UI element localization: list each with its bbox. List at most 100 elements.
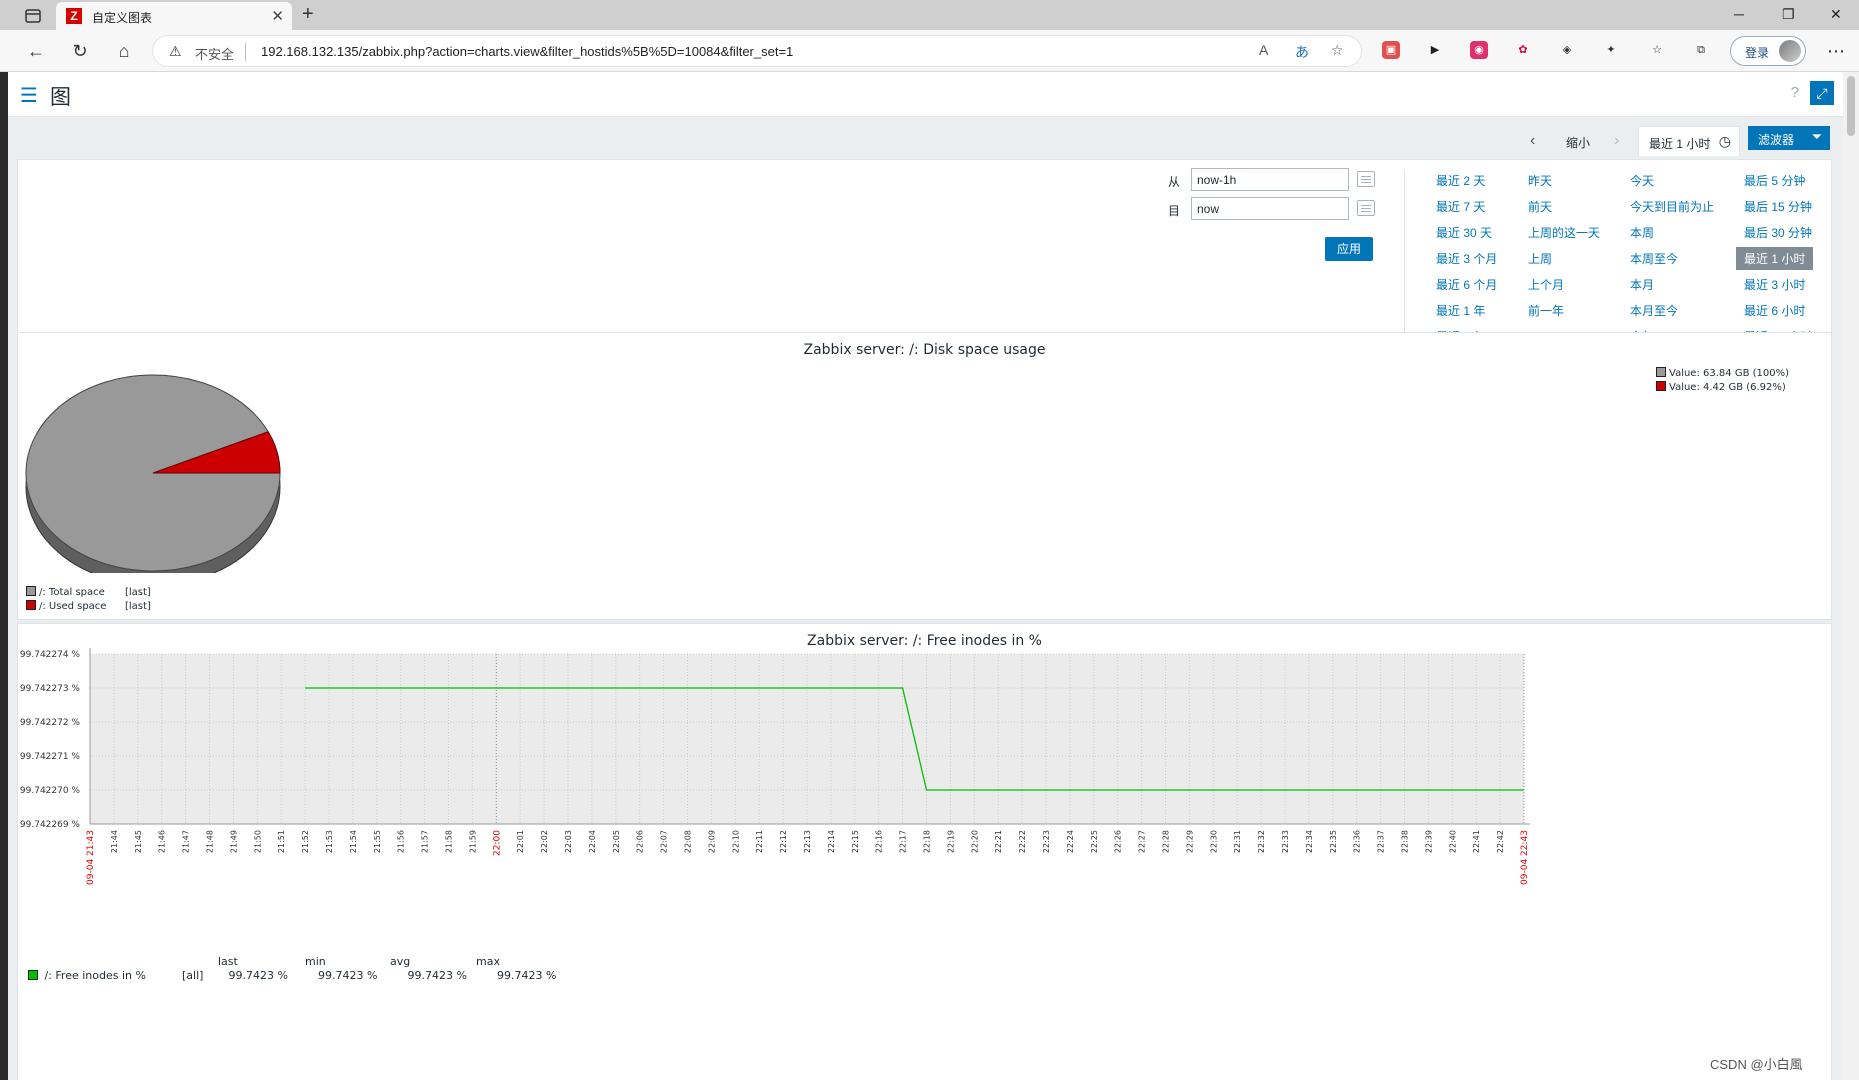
- minimize-icon[interactable]: ─: [1734, 6, 1744, 22]
- quick-range-link[interactable]: 最后 15 分钟: [1744, 198, 1812, 215]
- x-tick-label: 22:07: [660, 830, 669, 853]
- legend-swatch: [26, 600, 36, 610]
- x-tick-label: 22:22: [1018, 830, 1027, 853]
- quick-range-link[interactable]: 上个月: [1528, 276, 1564, 293]
- login-button[interactable]: 登录: [1730, 36, 1806, 66]
- x-tick-label: 21:50: [253, 830, 262, 853]
- tab-close-icon[interactable]: ✕: [271, 7, 284, 25]
- scrollbar-thumb[interactable]: [1847, 76, 1855, 136]
- quick-range-link[interactable]: 最近 6 小时: [1744, 302, 1805, 319]
- quick-range-link[interactable]: 最近 30 天: [1436, 224, 1492, 241]
- more-menu-icon[interactable]: ⋯: [1824, 39, 1848, 63]
- x-tick-label: 22:31: [1233, 830, 1242, 853]
- warning-icon: ⚠: [169, 43, 182, 59]
- quick-range-link[interactable]: 上周的这一天: [1528, 224, 1600, 241]
- extensions-puzzle-icon[interactable]: ✦: [1602, 41, 1620, 59]
- quick-range-link[interactable]: 今天到目前为止: [1630, 198, 1714, 215]
- extension-pink-icon[interactable]: ◉: [1470, 41, 1488, 59]
- kiosk-mode-icon[interactable]: ⤢: [1810, 81, 1834, 105]
- url-text: 192.168.132.135/zabbix.php?action=charts…: [261, 44, 794, 59]
- zoom-out-button[interactable]: 缩小: [1566, 134, 1590, 151]
- collections-icon[interactable]: ⧉: [1692, 41, 1710, 59]
- menu-icon[interactable]: ☰: [20, 83, 38, 108]
- quick-range-link[interactable]: 最后 30 分钟: [1744, 224, 1812, 241]
- y-tick-label: 99.742272 %: [20, 718, 81, 728]
- filter-tab-button[interactable]: 滤波器 ⏷: [1748, 126, 1830, 150]
- legend-series-func: [last]: [125, 601, 151, 612]
- time-selector-bar: ‹ 缩小 › 最近 1 小时 ◷ 滤波器 ⏷: [8, 117, 1843, 159]
- extension-red-icon[interactable]: ▣: [1382, 41, 1400, 59]
- login-label: 登录: [1745, 46, 1770, 60]
- x-tick-label: 22:34: [1305, 830, 1314, 853]
- x-tick-label: 22:01: [516, 830, 525, 853]
- y-tick-label: 99.742273 %: [20, 684, 81, 694]
- legend-header-last: last: [218, 955, 238, 968]
- quick-range-link[interactable]: 前天: [1528, 198, 1552, 215]
- pie-series-legend-item: /: Used space [last]: [26, 600, 151, 614]
- quick-range-link[interactable]: 上周: [1528, 250, 1552, 267]
- x-tick-label: 22:00: [492, 830, 502, 856]
- quick-range-link[interactable]: 本月至今: [1630, 302, 1678, 319]
- tab-actions-button[interactable]: [10, 4, 56, 26]
- back-button[interactable]: ←: [24, 39, 48, 63]
- x-tick-label: 22:13: [803, 830, 812, 853]
- x-tick-label: 21:45: [134, 830, 143, 853]
- from-input[interactable]: [1191, 168, 1349, 191]
- current-period-tab[interactable]: 最近 1 小时 ◷: [1638, 126, 1740, 156]
- home-button[interactable]: ⌂: [112, 39, 136, 63]
- line-legend-item: /: Free inodes in % [all] 99.7423 % 99.7…: [28, 969, 556, 982]
- read-aloud-icon[interactable]: A: [1259, 42, 1268, 58]
- legend-series-name: /: Free inodes in %: [44, 969, 146, 982]
- window-close-icon[interactable]: ✕: [1830, 6, 1842, 23]
- quick-range-link[interactable]: 最近 1 小时: [1736, 247, 1814, 270]
- x-tick-label: 22:09: [707, 830, 716, 853]
- legend-header-min: min: [305, 955, 326, 968]
- quick-range-link[interactable]: 最后 5 分钟: [1744, 172, 1805, 189]
- favorite-star-icon[interactable]: ☆: [1331, 42, 1344, 59]
- translate-icon[interactable]: あ: [1295, 42, 1309, 62]
- tab-title: 自定义图表: [92, 11, 153, 25]
- quick-range-link[interactable]: 最近 7 天: [1436, 198, 1485, 215]
- quick-range-link[interactable]: 最近 2 天: [1436, 172, 1485, 189]
- pie-value-legend: Value: 63.84 GB (100%) Value: 4.42 GB (6…: [1656, 367, 1789, 395]
- url-field[interactable]: ⚠ 不安全 192.168.132.135/zabbix.php?action=…: [152, 35, 1362, 67]
- to-calendar-icon[interactable]: [1357, 200, 1375, 216]
- extension-copilot-icon[interactable]: ◈: [1558, 41, 1576, 59]
- refresh-button[interactable]: ↻: [68, 39, 92, 63]
- x-tick-label: 21:51: [277, 830, 286, 853]
- quick-range-link[interactable]: 最近 3 个月: [1436, 250, 1497, 267]
- quick-range-link[interactable]: 本月: [1630, 276, 1654, 293]
- funnel-icon: ⏷: [1811, 129, 1822, 144]
- tab-actions-icon: [25, 9, 41, 23]
- legend-swatch: [26, 586, 36, 596]
- previous-period-icon[interactable]: ‹: [1530, 132, 1535, 150]
- extension-leaf-icon[interactable]: ✿: [1514, 41, 1532, 59]
- x-tick-label: 22:20: [970, 830, 979, 853]
- extension-play-icon[interactable]: ▶: [1426, 41, 1444, 59]
- watermark: CSDN @小白風: [1710, 1057, 1803, 1072]
- next-period-icon[interactable]: ›: [1614, 132, 1619, 150]
- quick-range-link[interactable]: 最近 3 小时: [1744, 276, 1805, 293]
- line-chart-panel: Zabbix server: /: Free inodes in % 09-04…: [17, 623, 1832, 1080]
- quick-range-link[interactable]: 今天: [1630, 172, 1654, 189]
- page-scrollbar[interactable]: [1843, 72, 1859, 1080]
- x-tick-label: 22:18: [923, 830, 932, 853]
- x-tick-label: 21:49: [229, 830, 238, 853]
- x-tick-label: 22:29: [1185, 830, 1194, 853]
- new-tab-button[interactable]: +: [302, 3, 314, 26]
- restore-icon[interactable]: ❐: [1782, 6, 1795, 23]
- quick-range-link[interactable]: 最近 1 年: [1436, 302, 1485, 319]
- from-calendar-icon[interactable]: [1357, 171, 1375, 187]
- quick-range-link[interactable]: 最近 6 个月: [1436, 276, 1497, 293]
- quick-range-link[interactable]: 本周至今: [1630, 250, 1678, 267]
- quick-range-link[interactable]: 昨天: [1528, 172, 1552, 189]
- x-tick-label: 22:02: [540, 830, 549, 853]
- help-icon[interactable]: ?: [1791, 84, 1799, 101]
- quick-range-link[interactable]: 本周: [1630, 224, 1654, 241]
- browser-tab-active[interactable]: Z 自定义图表 ✕: [56, 2, 292, 30]
- to-input[interactable]: [1191, 197, 1349, 220]
- quick-range-link[interactable]: 前一年: [1528, 302, 1564, 319]
- favorites-icon[interactable]: ☆: [1648, 41, 1666, 59]
- pie-series-legend: /: Total space [last] /: Used space [last]: [26, 586, 151, 614]
- apply-button[interactable]: 应用: [1325, 237, 1373, 261]
